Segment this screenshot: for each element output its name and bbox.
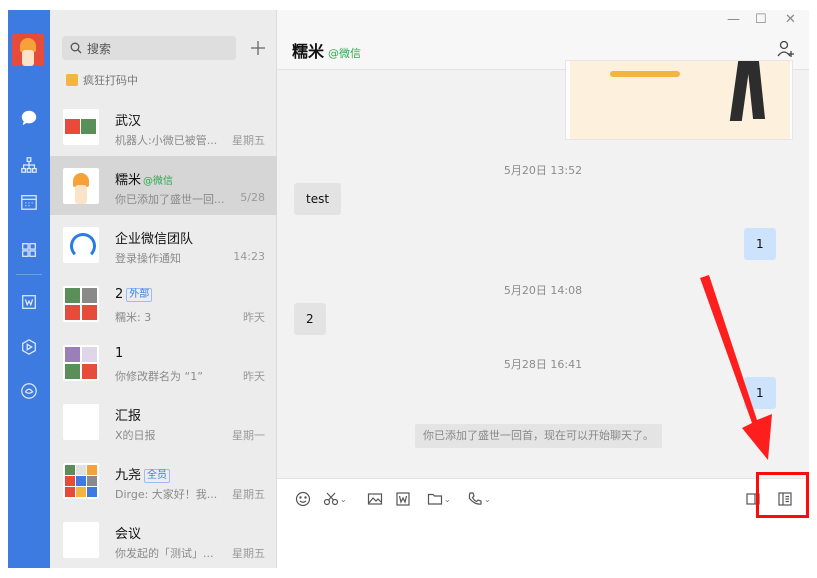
list-item[interactable]: 企业微信团队 登录操作通知 14:23: [50, 215, 277, 274]
status-text: 疯狂打码中: [83, 74, 138, 87]
emoji-button[interactable]: [295, 489, 311, 509]
user-add-icon: [777, 40, 794, 57]
item-name: 九尧 全员: [115, 464, 171, 483]
item-preview: 机器人:小微已被管...: [115, 134, 218, 147]
item-preview: X的日报: [115, 429, 156, 442]
emoji-icon: [295, 491, 311, 507]
item-preview: Dirge: 大家好！我...: [115, 488, 218, 501]
list-item[interactable]: 糯米 @微信 你已添加了盛世一回... 5/28: [50, 156, 277, 215]
doc-button[interactable]: [395, 489, 411, 509]
list-item[interactable]: 1 你修改群名为 “1” 昨天: [50, 333, 277, 392]
calendar-icon[interactable]: [8, 186, 50, 218]
status-icon: [66, 74, 78, 86]
file-button[interactable]: ⌄: [427, 489, 451, 509]
message-bubble[interactable]: 1: [744, 377, 776, 409]
chat-panel: 糯米 @微信 — ☐ ✕ 5月20日 13:52 test 1 5月20日 14:…: [277, 10, 809, 568]
item-time: 昨天: [243, 370, 265, 383]
list-item[interactable]: 2 外部 糯米: 3 昨天: [50, 274, 277, 333]
item-time: 星期五: [232, 488, 265, 501]
item-preview: 你发起的「测试」...: [115, 547, 214, 560]
message-bubble[interactable]: 2: [294, 303, 326, 335]
search-input[interactable]: 搜索: [62, 36, 236, 60]
item-name: 汇报: [115, 409, 142, 424]
input-toolbar: ⌄ ⌄ ⌄: [277, 478, 809, 568]
add-member-button[interactable]: [777, 40, 795, 61]
folder-icon: [427, 493, 443, 505]
word-icon: [396, 492, 410, 506]
item-preview: 糯米: 3: [115, 311, 152, 324]
item-preview: 你修改群名为 “1”: [115, 370, 203, 383]
item-name: 1: [115, 346, 124, 361]
list-item[interactable]: 武汉 机器人:小微已被管... 星期五: [50, 97, 277, 156]
contact-avatar: [63, 168, 99, 204]
group-avatar: [63, 109, 99, 145]
search-placeholder: 搜索: [87, 41, 112, 56]
list-item[interactable]: 九尧 全员 Dirge: 大家好！我... 星期五: [50, 451, 277, 510]
screenshot-button[interactable]: ⌄: [323, 489, 347, 509]
minimize-button[interactable]: —: [727, 12, 740, 27]
chat-icon[interactable]: [8, 102, 50, 134]
report-app-icon: [63, 404, 99, 440]
plus-icon: [251, 41, 265, 55]
item-name: 2 外部: [115, 287, 153, 302]
meeting-app-icon: [63, 522, 99, 558]
item-time: 昨天: [243, 311, 265, 324]
item-time: 星期五: [232, 547, 265, 560]
close-button[interactable]: ✕: [785, 12, 796, 27]
item-time: 星期一: [232, 429, 265, 442]
group-avatar: [63, 286, 99, 322]
org-icon[interactable]: [8, 149, 50, 181]
item-name: 糯米 @微信: [115, 173, 174, 188]
item-preview: 登录操作通知: [115, 252, 181, 265]
item-name: 企业微信团队: [115, 232, 194, 247]
apps-icon[interactable]: [8, 234, 50, 266]
add-button[interactable]: [246, 36, 270, 60]
chevron-down-icon: ⌄: [444, 494, 451, 504]
image-message[interactable]: [565, 60, 793, 140]
phone-icon: [468, 492, 482, 505]
timestamp: 5月20日 13:52: [503, 164, 583, 177]
system-notice: 你已添加了盛世一回首，现在可以开始聊天了。: [415, 424, 662, 448]
group-avatar: [63, 345, 99, 381]
image-icon: [367, 493, 383, 505]
timestamp: 5月20日 14:08: [503, 284, 583, 297]
all-members-tag: 全员: [144, 469, 171, 483]
item-name: 武汉: [115, 114, 142, 129]
image-button[interactable]: [367, 489, 383, 509]
external-tag: 外部: [126, 288, 153, 302]
message-bubble[interactable]: test: [294, 183, 342, 215]
doc-icon[interactable]: [8, 286, 50, 318]
item-time: 星期五: [232, 134, 265, 147]
timestamp: 5月28日 16:41: [503, 358, 583, 371]
wechat-tag: @微信: [143, 176, 174, 187]
maximize-button[interactable]: ☐: [755, 12, 767, 27]
list-item[interactable]: 汇报 X的日报 星期一: [50, 392, 277, 451]
item-time: 14:23: [233, 250, 265, 263]
highlight-box: [756, 472, 809, 518]
item-preview: 你已添加了盛世一回...: [115, 193, 225, 206]
status-line[interactable]: 疯狂打码中: [66, 72, 138, 88]
item-name: 会议: [115, 527, 142, 542]
cloud-icon[interactable]: [8, 375, 50, 407]
call-button[interactable]: ⌄: [467, 489, 491, 509]
nav-rail: [8, 10, 50, 568]
message-bubble[interactable]: 1: [744, 228, 776, 260]
list-item[interactable]: 会议 你发起的「测试」... 星期五: [50, 510, 277, 569]
chevron-down-icon: ⌄: [484, 494, 491, 504]
my-avatar[interactable]: [12, 34, 44, 66]
group-avatar: [63, 463, 99, 499]
search-icon: [70, 42, 82, 54]
wecom-logo: [63, 227, 99, 263]
wechat-tag: @微信: [328, 47, 362, 60]
chevron-down-icon: ⌄: [340, 494, 347, 504]
item-time: 5/28: [240, 191, 265, 204]
conversation-list: 搜索 疯狂打码中 武汉 机器人:小微已被管... 星期五 糯米 @微信 你已添加了…: [50, 10, 277, 568]
chat-title[interactable]: 糯米 @微信: [292, 38, 361, 62]
hexagon-icon[interactable]: [8, 331, 50, 363]
scissors-icon: [323, 492, 339, 506]
